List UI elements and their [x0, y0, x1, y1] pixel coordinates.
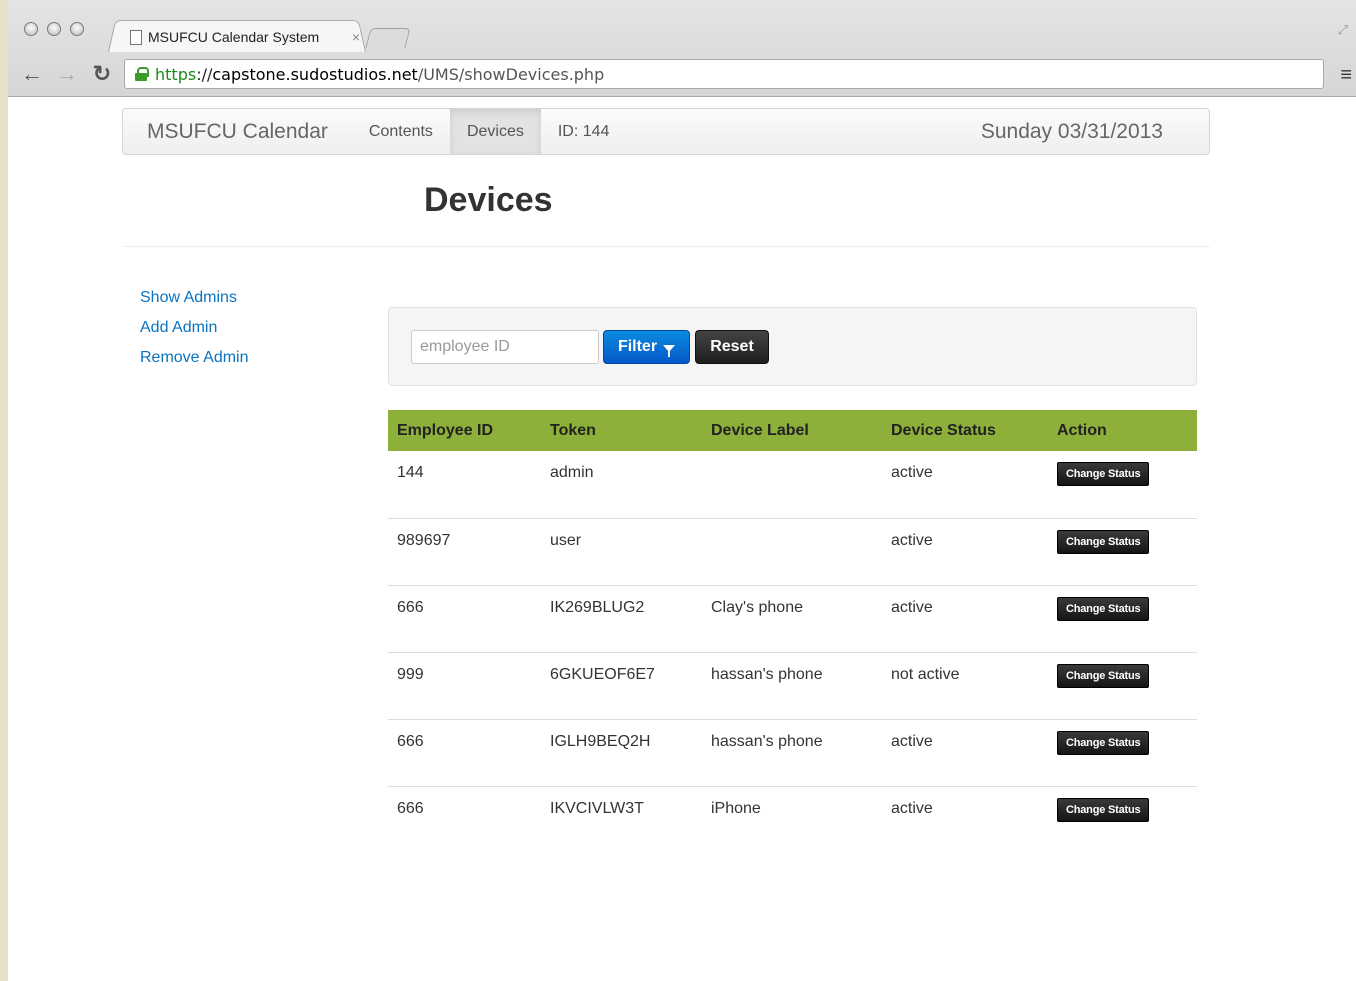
- cell-action: Change Status: [1048, 585, 1197, 653]
- filter-button-label: Filter: [617, 338, 658, 355]
- minimize-window-button[interactable]: [47, 22, 61, 36]
- employee-id-input[interactable]: [411, 330, 599, 364]
- page-title: Devices: [424, 181, 553, 219]
- cell-device-label: hassan's phone: [702, 719, 882, 787]
- change-status-button[interactable]: Change Status: [1057, 663, 1150, 688]
- reload-icon[interactable]: ↻: [90, 61, 114, 86]
- change-status-button[interactable]: Change Status: [1057, 730, 1150, 755]
- divider: [122, 246, 1210, 247]
- column-header-action: Action: [1057, 421, 1107, 439]
- cell-device-status: active: [882, 719, 1048, 787]
- table-row: 999 6GKUEOF6E7 hassan's phone not active…: [388, 652, 1197, 720]
- cell-token: user: [541, 518, 702, 586]
- cell-token: 6GKUEOF6E7: [541, 652, 702, 720]
- table-row: 666 IGLH9BEQ2H hassan's phone active Cha…: [388, 719, 1197, 787]
- cell-token: IGLH9BEQ2H: [541, 719, 702, 787]
- cell-employee-id: 666: [388, 719, 541, 787]
- cell-action: Change Status: [1048, 719, 1197, 787]
- devices-table: Employee ID Token Device Label Device St…: [388, 410, 1197, 853]
- document-icon: [130, 29, 142, 45]
- cell-action: Change Status: [1048, 652, 1197, 720]
- nav-devices[interactable]: Devices: [449, 109, 541, 154]
- tab-title: MSUFCU Calendar System: [148, 29, 320, 45]
- cell-employee-id: 989697: [388, 518, 541, 586]
- sidebar-link-remove-admin[interactable]: Remove Admin: [140, 347, 249, 377]
- sidebar-link-show-admins[interactable]: Show Admins: [140, 287, 249, 317]
- cell-device-label: iPhone: [711, 799, 761, 817]
- cell-employee-id: 666: [397, 799, 424, 817]
- browser-chrome: MSUFCU Calendar System × ⤢ ← → ↻ https:/…: [8, 0, 1356, 97]
- page-viewport: MSUFCU Calendar Contents Devices ID: 144…: [8, 97, 1356, 981]
- back-arrow-icon[interactable]: ←: [20, 61, 44, 86]
- cell-action: Change Status: [1048, 786, 1197, 853]
- table-header-row: Employee ID Token Device Label Device St…: [388, 410, 1197, 451]
- cell-token: IK269BLUG2: [541, 585, 702, 653]
- table-row: 989697 user active Change Status: [388, 518, 1197, 586]
- new-tab-button[interactable]: [365, 28, 411, 48]
- column-header-device-label: Device Label: [711, 421, 809, 439]
- cell-device-status: active: [882, 518, 1048, 586]
- column-header-token: Token: [550, 421, 596, 439]
- cell-device-label: [702, 518, 882, 586]
- filter-button[interactable]: Filter: [603, 330, 690, 364]
- filter-panel: Filter Reset: [388, 307, 1197, 386]
- table-row: 666 IK269BLUG2 Clay's phone active Chang…: [388, 585, 1197, 653]
- current-date: Sunday 03/31/2013: [980, 119, 1163, 143]
- cell-device-label: [702, 451, 882, 519]
- browser-tab-content[interactable]: MSUFCU Calendar System ×: [130, 26, 360, 48]
- reset-button[interactable]: Reset: [695, 330, 769, 364]
- brand[interactable]: MSUFCU Calendar: [123, 109, 352, 154]
- change-status-button[interactable]: Change Status: [1057, 529, 1150, 554]
- cell-device-status: active: [891, 799, 933, 817]
- tab-close-icon[interactable]: ×: [352, 29, 360, 45]
- change-status-button[interactable]: Change Status: [1057, 797, 1150, 822]
- hamburger-menu-icon[interactable]: ≡: [1340, 64, 1352, 87]
- url-text: https://capstone.sudostudios.net/UMS/sho…: [155, 64, 605, 84]
- table-row: 666 IKVCIVLW3T iPhone active Change Stat…: [388, 786, 1197, 853]
- cell-token: IKVCIVLW3T: [550, 799, 644, 817]
- close-window-button[interactable]: [24, 22, 38, 36]
- funnel-icon: [663, 344, 676, 357]
- cell-device-status: not active: [882, 652, 1048, 720]
- sidebar: Show Admins Add Admin Remove Admin: [140, 287, 249, 377]
- cell-device-status: active: [882, 451, 1048, 519]
- cell-device-label: Clay's phone: [702, 585, 882, 653]
- cell-device-status: active: [882, 585, 1048, 653]
- cell-token: admin: [541, 451, 702, 519]
- forward-arrow-icon[interactable]: →: [55, 61, 79, 86]
- cell-employee-id: 999: [388, 652, 541, 720]
- table-row: 144 admin active Change Status: [388, 451, 1197, 519]
- cell-device-label: hassan's phone: [702, 652, 882, 720]
- cell-employee-id: 666: [388, 585, 541, 653]
- zoom-window-button[interactable]: [70, 22, 84, 36]
- cell-action: Change Status: [1048, 451, 1197, 519]
- navbar: MSUFCU Calendar Contents Devices ID: 144…: [122, 108, 1210, 155]
- column-header-employee-id: Employee ID: [397, 421, 494, 439]
- change-status-button[interactable]: Change Status: [1057, 462, 1150, 486]
- fullscreen-icon[interactable]: ⤢: [1338, 22, 1348, 38]
- sidebar-link-add-admin[interactable]: Add Admin: [140, 317, 249, 347]
- cell-action: Change Status: [1048, 518, 1197, 586]
- column-header-device-status: Device Status: [891, 421, 996, 439]
- nav-contents[interactable]: Contents: [352, 109, 450, 154]
- cell-employee-id: 144: [388, 451, 541, 519]
- lock-icon: [135, 67, 149, 81]
- user-id-label: ID: 144: [557, 122, 610, 140]
- window-controls: [24, 22, 84, 36]
- change-status-button[interactable]: Change Status: [1057, 596, 1150, 621]
- address-bar[interactable]: https://capstone.sudostudios.net/UMS/sho…: [124, 59, 1324, 89]
